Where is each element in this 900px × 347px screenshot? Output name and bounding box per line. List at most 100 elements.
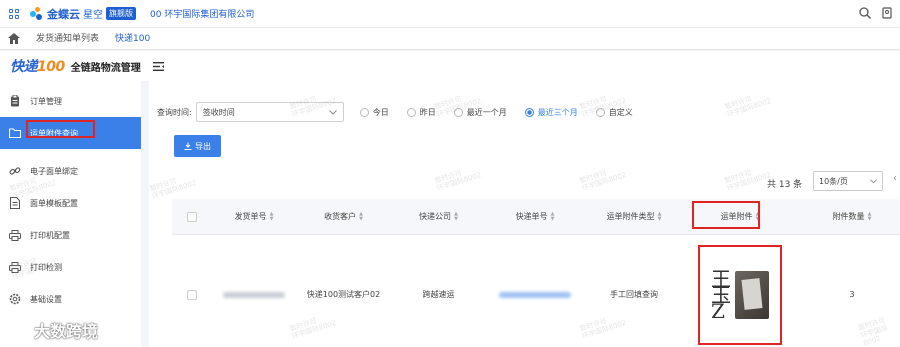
highlight-annotation bbox=[692, 201, 760, 229]
export-label: 导出 bbox=[195, 141, 211, 151]
table-row[interactable]: 快递100测试客户02 跨越速运 手工回填查询 王玉Z 3 bbox=[172, 235, 900, 347]
sidebar-item-orders[interactable]: 订单管理 bbox=[0, 85, 141, 117]
page-size-value: 10条/页 bbox=[819, 176, 848, 186]
cell-attachment-count: 3 bbox=[849, 290, 855, 299]
radio-last-month[interactable]: 最近一个月 bbox=[453, 107, 507, 118]
prev-page-icon[interactable]: ‹ bbox=[893, 173, 897, 184]
total-count: 共 13 条 bbox=[767, 180, 803, 190]
cell-delivery-no bbox=[212, 235, 296, 347]
sidebar-item-label: 打印检测 bbox=[30, 262, 62, 272]
tab-kuaidi100[interactable]: 快递100 bbox=[107, 28, 158, 50]
app-logo[interactable]: 金蝶云 星空 旗舰版 bbox=[30, 6, 136, 22]
search-icon[interactable] bbox=[858, 6, 872, 20]
col-tracking-no[interactable]: 快递单号 ▲ ▼ bbox=[486, 199, 584, 234]
table-header: 发货单号 ▲ ▼ 收货客户 ▲ ▼ 快递公司 ▲ ▼ 快递单号 ▲ ▼ 运单附件类型 ▲ ▼ 运单附… bbox=[172, 199, 900, 235]
sidebar-item-print-check[interactable]: 打印检测 bbox=[0, 251, 141, 283]
col-label: 运单附件类型 bbox=[606, 212, 655, 221]
radio-circle bbox=[359, 107, 369, 117]
cell-customer: 快递100测试客户02 bbox=[306, 290, 381, 299]
user-icon[interactable] bbox=[880, 6, 894, 20]
radio-label: 自定义 bbox=[608, 107, 633, 117]
radio-last-three-months[interactable]: 最近三个月 bbox=[524, 107, 578, 118]
sidebar-item-label: 订单管理 bbox=[30, 96, 62, 106]
sort-icon: ▲ ▼ bbox=[454, 210, 458, 222]
waybill-table: 发货单号 ▲ ▼ 收货客户 ▲ ▼ 快递公司 ▲ ▼ 快递单号 ▲ ▼ 运单附件类型 ▲ ▼ 运单附… bbox=[172, 199, 900, 347]
radio-circle bbox=[595, 107, 605, 117]
row-select-cell bbox=[172, 235, 212, 347]
sort-icon: ▲ ▼ bbox=[550, 210, 555, 222]
col-courier[interactable]: 快递公司 ▲ ▼ bbox=[391, 199, 486, 234]
radio-custom[interactable]: 自定义 bbox=[595, 107, 633, 118]
sort-icon: ▲ ▼ bbox=[657, 210, 662, 222]
sidebar-item-waybill-attachment[interactable]: 运单附件查询 bbox=[0, 117, 141, 149]
top-bar: 金蝶云 星空 旗舰版 00 环宇国际集团有限公司 bbox=[0, 0, 900, 28]
sort-icon: ▲ ▼ bbox=[359, 210, 363, 222]
query-time-select[interactable]: 签收时间 bbox=[195, 102, 344, 122]
apps-icon[interactable] bbox=[0, 0, 28, 28]
radio-label: 昨日 bbox=[419, 107, 436, 117]
module-header: 快递100 全链路物流管理 bbox=[0, 51, 900, 81]
receipt-photo-thumbnail[interactable] bbox=[735, 270, 769, 319]
sidebar-item-label: 面单模板配置 bbox=[30, 198, 78, 208]
sidebar-item-basic-settings[interactable]: 基础设置 bbox=[0, 283, 141, 315]
cell-tracking-no[interactable] bbox=[486, 235, 584, 347]
menu-collapse-icon[interactable] bbox=[152, 61, 164, 71]
brand-watermark-text: 大数跨境 bbox=[34, 322, 99, 341]
logo-num: 100 bbox=[37, 59, 65, 75]
cell-attachment-type: 手工回填查询 bbox=[610, 290, 658, 299]
attachment-thumbnails[interactable]: 王玉Z bbox=[698, 244, 782, 345]
col-label: 快递公司 bbox=[419, 212, 452, 221]
link-icon bbox=[9, 165, 21, 177]
header-select-all-cell bbox=[172, 199, 212, 234]
tab-bar: 发货通知单列表 快递100 bbox=[0, 28, 900, 50]
sidebar-item-eorder-binding[interactable]: 电子面单绑定 bbox=[0, 155, 141, 187]
document-icon bbox=[9, 197, 21, 209]
col-attachment[interactable]: 运单附件 ▲ ▼ bbox=[684, 199, 796, 234]
redacted-text bbox=[223, 291, 285, 298]
row-checkbox[interactable] bbox=[187, 289, 197, 300]
download-icon bbox=[184, 142, 192, 150]
sidebar-item-label: 基础设置 bbox=[30, 294, 62, 304]
module-title: 全链路物流管理 bbox=[70, 62, 141, 74]
highlight-annotation bbox=[26, 120, 95, 138]
sidebar-item-label: 打印机配置 bbox=[30, 230, 70, 240]
home-icon[interactable] bbox=[0, 33, 28, 44]
col-customer[interactable]: 收货客户 ▲ ▼ bbox=[296, 199, 391, 234]
col-label: 发货单号 bbox=[234, 212, 267, 221]
cell-courier: 跨越速运 bbox=[422, 290, 455, 299]
time-range-radios: 今日 昨日 最近一个月 最近三个月 自定义 bbox=[359, 107, 633, 118]
handwritten-signature-image[interactable]: 王玉Z bbox=[711, 269, 731, 321]
sort-icon: ▲ ▼ bbox=[269, 210, 274, 222]
main-content: 查询时间: 签收时间 今日 昨日 最近一个月 最近三个月 自定义 导出 共 13… bbox=[141, 81, 900, 347]
col-delivery-no[interactable]: 发货单号 ▲ ▼ bbox=[212, 199, 296, 234]
sort-icon: ▲ ▼ bbox=[867, 210, 872, 222]
col-label: 附件数量 bbox=[832, 212, 865, 221]
brand-logo-icon bbox=[8, 324, 28, 336]
logo-sub: 星空 bbox=[83, 10, 103, 21]
redacted-link bbox=[499, 291, 571, 298]
col-attachment-count[interactable]: 附件数量 ▲ ▼ bbox=[796, 199, 900, 234]
sidebar: 订单管理 运单附件查询 电子面单绑定 面单模板配置 打印机配置 打印检测 基础设… bbox=[0, 81, 141, 347]
folder-icon bbox=[9, 127, 21, 139]
logo-main: 快递 bbox=[10, 59, 38, 75]
sidebar-item-printer-config[interactable]: 打印机配置 bbox=[0, 219, 141, 251]
radio-circle bbox=[453, 107, 463, 117]
radio-today[interactable]: 今日 bbox=[359, 107, 389, 118]
printer-check-icon bbox=[9, 261, 21, 273]
radio-yesterday[interactable]: 昨日 bbox=[406, 107, 436, 118]
select-value: 签收时间 bbox=[202, 107, 235, 117]
radio-label: 最近三个月 bbox=[537, 107, 578, 117]
tab-delivery-notice[interactable]: 发货通知单列表 bbox=[28, 28, 107, 50]
page-size-select[interactable]: 10条/页 bbox=[813, 171, 883, 191]
company-name[interactable]: 00 环宇国际集团有限公司 bbox=[150, 7, 254, 20]
settings-icon bbox=[9, 293, 21, 305]
export-button[interactable]: 导出 bbox=[174, 135, 221, 157]
col-attachment-type[interactable]: 运单附件类型 ▲ ▼ bbox=[584, 199, 684, 234]
clipboard-icon bbox=[9, 95, 21, 107]
query-filter: 查询时间: 签收时间 今日 昨日 最近一个月 最近三个月 自定义 bbox=[157, 102, 633, 122]
radio-circle bbox=[406, 107, 416, 117]
select-all-checkbox[interactable] bbox=[187, 211, 197, 222]
cell-attachment: 王玉Z bbox=[684, 235, 796, 347]
sidebar-item-template-config[interactable]: 面单模板配置 bbox=[0, 187, 141, 219]
kingdee-logo-icon bbox=[30, 6, 44, 21]
